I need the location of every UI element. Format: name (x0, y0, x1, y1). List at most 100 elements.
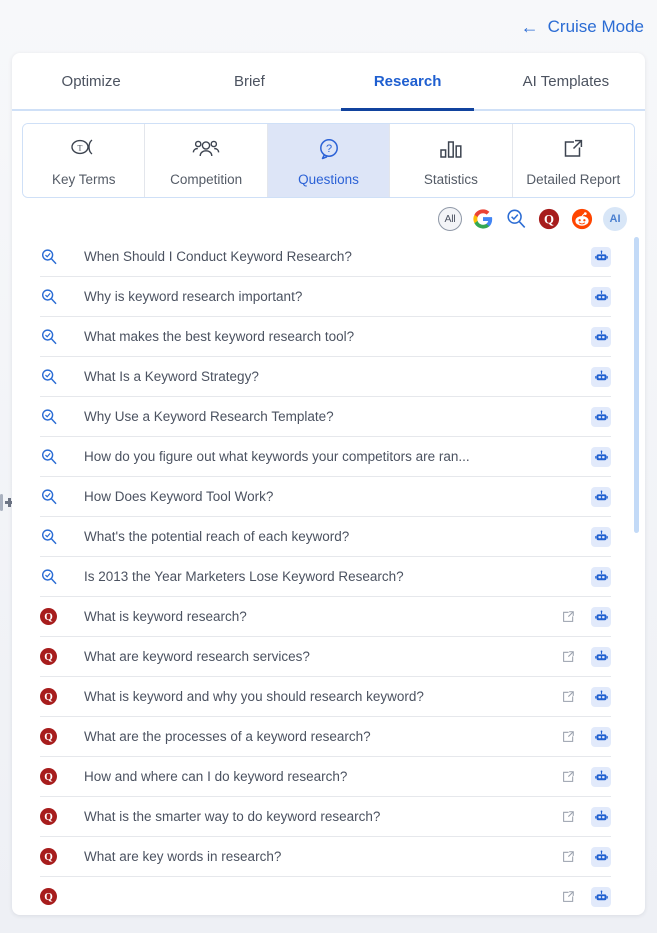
open-external-link-button[interactable] (553, 770, 583, 784)
question-row[interactable]: Q How and where can I do keyword research… (40, 757, 611, 797)
question-text: What are keyword research services? (84, 649, 310, 664)
question-row[interactable]: When Should I Conduct Keyword Research? (40, 237, 611, 277)
ai-robot-button[interactable] (591, 646, 611, 667)
subtab-key-terms[interactable]: T Key Terms (23, 124, 146, 197)
svg-text:T: T (77, 144, 82, 153)
question-bubble-icon: ? (316, 136, 342, 162)
filter-ai[interactable]: AI (603, 207, 627, 231)
ai-robot-button[interactable] (591, 566, 611, 587)
question-row[interactable]: Why is keyword research important? (40, 277, 611, 317)
subtab-detailed-report[interactable]: Detailed Report (512, 124, 634, 197)
research-panel: Optimize Brief Research AI Templates T K… (12, 53, 645, 915)
top-bar: ← Cruise Mode (0, 0, 657, 53)
open-external-link-button[interactable] (553, 890, 583, 904)
ai-robot-button[interactable] (591, 726, 611, 747)
filter-quora[interactable]: Q (537, 207, 561, 231)
list-scrollbar[interactable] (634, 237, 639, 915)
question-row[interactable]: Is 2013 the Year Marketers Lose Keyword … (40, 557, 611, 597)
question-row[interactable]: Q What are keyword research services? (40, 637, 611, 677)
question-text: When Should I Conduct Keyword Research? (84, 249, 352, 264)
search-source-icon (40, 288, 70, 306)
ai-robot-button[interactable] (591, 526, 611, 547)
resize-bar (0, 493, 3, 511)
quora-source-icon: Q (40, 648, 70, 665)
question-text: What is keyword research? (84, 609, 247, 624)
subtab-questions-label: Questions (298, 172, 359, 187)
question-row[interactable]: What Is a Keyword Strategy? (40, 357, 611, 397)
main-tab-bar: Optimize Brief Research AI Templates (12, 53, 645, 111)
open-external-link-button[interactable] (553, 810, 583, 824)
subtab-competition[interactable]: Competition (145, 124, 268, 197)
subtab-statistics[interactable]: Statistics (390, 124, 513, 197)
cruise-mode-button[interactable]: ← Cruise Mode (521, 17, 644, 37)
questions-list-container: When Should I Conduct Keyword Research? W… (12, 237, 645, 915)
questions-list[interactable]: When Should I Conduct Keyword Research? W… (12, 237, 645, 915)
question-text: What makes the best keyword research too… (84, 329, 355, 344)
quora-source-icon: Q (40, 768, 70, 785)
question-text: What is the smarter way to do keyword re… (84, 809, 381, 824)
key-terms-icon: T (69, 136, 99, 162)
sub-tab-bar: T Key Terms Competition ? Questions Stat… (22, 123, 635, 198)
search-source-icon (40, 328, 70, 346)
tab-brief[interactable]: Brief (170, 53, 328, 109)
ai-robot-button[interactable] (591, 406, 611, 427)
ai-robot-button[interactable] (591, 806, 611, 827)
question-row[interactable]: Why Use a Keyword Research Template? (40, 397, 611, 437)
question-text: What is keyword and why you should resea… (84, 689, 424, 704)
ai-robot-button[interactable] (591, 846, 611, 867)
question-row[interactable]: Q (40, 877, 611, 915)
open-external-link-button[interactable] (553, 850, 583, 864)
tab-optimize[interactable]: Optimize (12, 53, 170, 109)
search-source-icon (40, 408, 70, 426)
quora-source-icon: Q (40, 728, 70, 745)
ai-robot-button[interactable] (591, 246, 611, 267)
question-row[interactable]: Q What is the smarter way to do keyword r… (40, 797, 611, 837)
search-source-icon (40, 248, 70, 266)
tab-research[interactable]: Research (329, 53, 487, 111)
filter-google[interactable] (471, 207, 495, 231)
external-link-icon (560, 136, 586, 162)
ai-robot-button[interactable] (591, 326, 611, 347)
filter-reddit[interactable] (570, 207, 594, 231)
list-scrollbar-thumb[interactable] (634, 237, 639, 533)
question-row[interactable]: Q What is keyword and why you should rese… (40, 677, 611, 717)
subtab-questions[interactable]: ? Questions (267, 124, 391, 197)
bar-chart-icon (437, 136, 465, 162)
filter-search[interactable] (504, 207, 528, 231)
svg-text:Q: Q (544, 213, 554, 227)
question-text: How and where can I do keyword research? (84, 769, 348, 784)
subtab-detailed-report-label: Detailed Report (526, 172, 621, 187)
filter-all[interactable]: All (438, 207, 462, 231)
search-source-icon (40, 528, 70, 546)
question-text: What Is a Keyword Strategy? (84, 369, 259, 384)
open-external-link-button[interactable] (553, 730, 583, 744)
filter-ai-label: AI (609, 213, 621, 225)
question-row[interactable]: Q What is keyword research? (40, 597, 611, 637)
filter-all-label: All (444, 213, 456, 225)
tab-ai-templates[interactable]: AI Templates (487, 53, 645, 109)
ai-robot-button[interactable] (591, 366, 611, 387)
open-external-link-button[interactable] (553, 650, 583, 664)
question-row[interactable]: Q What are key words in research? (40, 837, 611, 877)
sub-tab-section: T Key Terms Competition ? Questions Stat… (12, 111, 645, 198)
open-external-link-button[interactable] (553, 690, 583, 704)
app-root: ← Cruise Mode Optimize Brief Research AI… (0, 0, 657, 933)
question-row[interactable]: What's the potential reach of each keywo… (40, 517, 611, 557)
ai-robot-button[interactable] (591, 886, 611, 907)
cruise-mode-label: Cruise Mode (547, 16, 644, 36)
question-row[interactable]: What makes the best keyword research too… (40, 317, 611, 357)
question-row[interactable]: How Does Keyword Tool Work? (40, 477, 611, 517)
ai-robot-button[interactable] (591, 286, 611, 307)
ai-robot-button[interactable] (591, 606, 611, 627)
ai-robot-button[interactable] (591, 766, 611, 787)
ai-robot-button[interactable] (591, 446, 611, 467)
question-row[interactable]: How do you figure out what keywords your… (40, 437, 611, 477)
question-text: Why Use a Keyword Research Template? (84, 409, 334, 424)
search-source-icon (40, 488, 70, 506)
search-source-icon (40, 448, 70, 466)
ai-robot-button[interactable] (591, 486, 611, 507)
open-external-link-button[interactable] (553, 610, 583, 624)
search-check-icon (507, 209, 526, 228)
ai-robot-button[interactable] (591, 686, 611, 707)
question-row[interactable]: Q What are the processes of a keyword res… (40, 717, 611, 757)
